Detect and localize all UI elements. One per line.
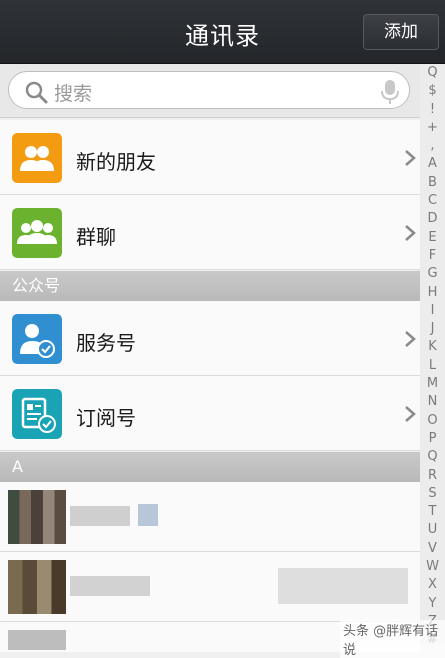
section-header-a: A <box>0 452 420 482</box>
index-letter[interactable]: W <box>420 558 445 576</box>
search-input[interactable]: 搜索 <box>8 71 410 109</box>
section-header-public: 公众号 <box>0 271 420 301</box>
index-letter[interactable]: Q <box>420 448 445 466</box>
index-letter[interactable]: F <box>420 247 445 265</box>
subscription-account-icon <box>12 389 62 439</box>
index-letter[interactable]: G <box>420 265 445 283</box>
new-friends-label: 新的朋友 <box>76 150 156 174</box>
search-bar: 搜索 <box>0 64 420 118</box>
add-button[interactable]: 添加 <box>363 14 439 50</box>
chevron-right-icon <box>405 150 416 166</box>
index-letter[interactable]: H <box>420 284 445 302</box>
search-placeholder: 搜索 <box>54 83 93 105</box>
alphabet-index[interactable]: Q$!+,ABCDEFGHIJKLMNOPQRSTUVWXYZ# <box>420 64 445 647</box>
index-letter[interactable]: L <box>420 357 445 375</box>
index-letter[interactable]: O <box>420 412 445 430</box>
group-chat-icon <box>12 208 62 258</box>
watermark: 头条 @胖辉有话说 <box>340 620 445 658</box>
index-letter[interactable]: S <box>420 485 445 503</box>
chevron-right-icon <box>405 406 416 422</box>
index-letter[interactable]: Q <box>420 64 445 82</box>
chevron-right-icon <box>405 331 416 347</box>
index-letter[interactable]: ! <box>420 101 445 119</box>
index-letter[interactable]: $ <box>420 82 445 100</box>
index-letter[interactable]: N <box>420 393 445 411</box>
index-letter[interactable]: X <box>420 576 445 594</box>
contact-row[interactable] <box>0 482 420 552</box>
index-letter[interactable]: K <box>420 338 445 356</box>
index-letter[interactable]: C <box>420 192 445 210</box>
avatar <box>8 630 66 650</box>
index-letter[interactable]: J <box>420 320 445 338</box>
index-letter[interactable]: V <box>420 540 445 558</box>
service-account-label: 服务号 <box>76 331 136 355</box>
index-letter[interactable]: T <box>420 503 445 521</box>
microphone-icon[interactable] <box>379 79 401 105</box>
chevron-right-icon <box>405 225 416 241</box>
contact-row[interactable] <box>0 552 420 622</box>
contact-name-blurred <box>70 506 130 526</box>
subscription-account-label: 订阅号 <box>76 406 136 430</box>
index-letter[interactable]: U <box>420 521 445 539</box>
new-friends-icon <box>12 133 62 183</box>
index-letter[interactable]: R <box>420 467 445 485</box>
avatar <box>8 560 66 614</box>
service-account-row[interactable]: 服务号 <box>0 301 420 376</box>
index-letter[interactable]: M <box>420 375 445 393</box>
service-account-icon <box>12 314 62 364</box>
index-letter[interactable]: B <box>420 174 445 192</box>
contact-badge-blurred <box>138 504 158 526</box>
index-letter[interactable]: I <box>420 302 445 320</box>
search-icon <box>25 81 48 104</box>
index-letter[interactable]: Y <box>420 595 445 613</box>
index-letter[interactable]: P <box>420 430 445 448</box>
index-letter[interactable]: D <box>420 210 445 228</box>
title-bar: 通讯录 添加 <box>0 0 445 64</box>
subscription-account-row[interactable]: 订阅号 <box>0 376 420 451</box>
group-chat-row[interactable]: 群聊 <box>0 195 420 270</box>
contact-name-blurred <box>70 576 150 596</box>
index-letter[interactable]: A <box>420 155 445 173</box>
index-letter[interactable]: E <box>420 229 445 247</box>
group-chat-label: 群聊 <box>76 225 116 249</box>
index-letter[interactable]: + <box>420 119 445 137</box>
contact-status-blurred <box>278 568 408 604</box>
new-friends-row[interactable]: 新的朋友 <box>0 120 420 195</box>
index-letter[interactable]: , <box>420 137 445 155</box>
avatar <box>8 490 66 544</box>
